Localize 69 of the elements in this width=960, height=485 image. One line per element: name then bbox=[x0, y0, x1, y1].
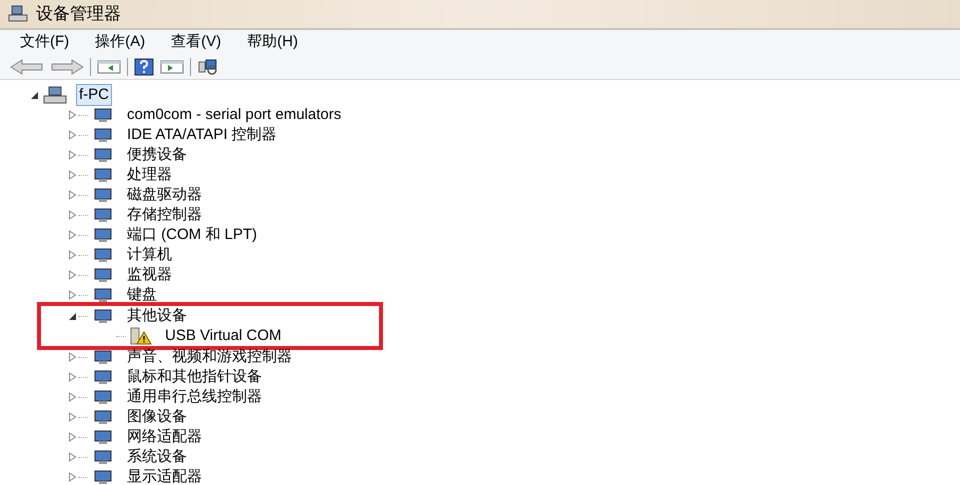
tree-item[interactable]: IDE ATA/ATAPI 控制器 bbox=[124, 124, 280, 146]
expand-icon[interactable] bbox=[68, 452, 76, 462]
device-icon bbox=[92, 167, 114, 183]
tree-item[interactable]: 键盘 bbox=[124, 284, 160, 306]
tree-item[interactable]: 声音、视频和游戏控制器 bbox=[124, 346, 295, 368]
tree-item[interactable]: 其他设备 bbox=[124, 305, 190, 327]
device-icon bbox=[92, 349, 114, 365]
device-icon bbox=[92, 308, 114, 324]
expand-icon[interactable] bbox=[68, 352, 76, 362]
tree-item[interactable]: f-PC bbox=[76, 84, 112, 106]
device-icon bbox=[92, 429, 114, 445]
expand-icon[interactable] bbox=[68, 150, 76, 160]
forward-arrow-icon[interactable] bbox=[50, 58, 84, 74]
expand-icon[interactable] bbox=[68, 412, 76, 422]
expand-icon[interactable] bbox=[68, 372, 76, 382]
tree-item[interactable]: 便携设备 bbox=[124, 144, 190, 166]
device-icon bbox=[92, 147, 114, 163]
tree-item[interactable]: 显示适配器 bbox=[124, 466, 205, 485]
tree-item[interactable]: com0com - serial port emulators bbox=[124, 104, 344, 126]
device-icon bbox=[92, 247, 114, 263]
expand-icon[interactable] bbox=[68, 270, 76, 280]
computer-icon bbox=[42, 86, 68, 104]
window-title: 设备管理器 bbox=[36, 3, 121, 26]
action-pane-icon[interactable] bbox=[160, 58, 184, 74]
device-icon bbox=[92, 227, 114, 243]
device-icon bbox=[92, 267, 114, 283]
console-tree-icon[interactable] bbox=[97, 58, 121, 74]
device-icon bbox=[92, 469, 114, 485]
device-icon bbox=[92, 369, 114, 385]
expand-icon[interactable] bbox=[68, 290, 76, 300]
expand-icon[interactable] bbox=[68, 250, 76, 260]
expand-icon[interactable] bbox=[68, 230, 76, 240]
expand-icon[interactable] bbox=[68, 170, 76, 180]
tree-item[interactable]: 端口 (COM 和 LPT) bbox=[124, 224, 260, 246]
menu-item[interactable]: 文件(F) bbox=[14, 30, 76, 54]
tree-item[interactable]: 系统设备 bbox=[124, 446, 190, 468]
tree-item[interactable]: 图像设备 bbox=[124, 406, 190, 428]
tree-item[interactable]: 网络适配器 bbox=[124, 426, 205, 448]
tree-item[interactable]: USB Virtual COM bbox=[162, 325, 284, 347]
tree-item[interactable]: 通用串行总线控制器 bbox=[124, 386, 265, 408]
expand-icon[interactable] bbox=[68, 472, 76, 482]
expand-icon[interactable] bbox=[68, 392, 76, 402]
expand-icon[interactable] bbox=[68, 190, 76, 200]
tree-item[interactable]: 计算机 bbox=[124, 244, 175, 266]
expand-icon[interactable] bbox=[68, 210, 76, 220]
expand-icon[interactable] bbox=[68, 432, 76, 442]
tree-item[interactable]: 监视器 bbox=[124, 264, 175, 286]
tree-item[interactable]: 处理器 bbox=[124, 164, 175, 186]
expand-icon[interactable] bbox=[68, 110, 76, 120]
device-icon bbox=[92, 187, 114, 203]
menu-item[interactable]: 帮助(H) bbox=[241, 30, 304, 54]
device-icon bbox=[92, 207, 114, 223]
collapse-icon[interactable] bbox=[30, 90, 38, 100]
expand-icon[interactable] bbox=[68, 130, 76, 140]
device-icon bbox=[92, 449, 114, 465]
device-icon bbox=[92, 409, 114, 425]
device-icon bbox=[92, 107, 114, 123]
computer-icon bbox=[8, 5, 28, 23]
back-arrow-icon[interactable] bbox=[10, 58, 44, 74]
tree-item[interactable]: 磁盘驱动器 bbox=[124, 184, 205, 206]
tree-item[interactable]: 存储控制器 bbox=[124, 204, 205, 226]
device-icon bbox=[92, 287, 114, 303]
help-icon[interactable] bbox=[134, 58, 154, 76]
device-icon bbox=[92, 127, 114, 143]
tree-item[interactable]: 鼠标和其他指针设备 bbox=[124, 366, 265, 388]
menu-item[interactable]: 操作(A) bbox=[89, 30, 152, 54]
device-icon bbox=[92, 389, 114, 405]
menu-item[interactable]: 查看(V) bbox=[165, 30, 228, 54]
collapse-icon[interactable] bbox=[68, 312, 76, 320]
